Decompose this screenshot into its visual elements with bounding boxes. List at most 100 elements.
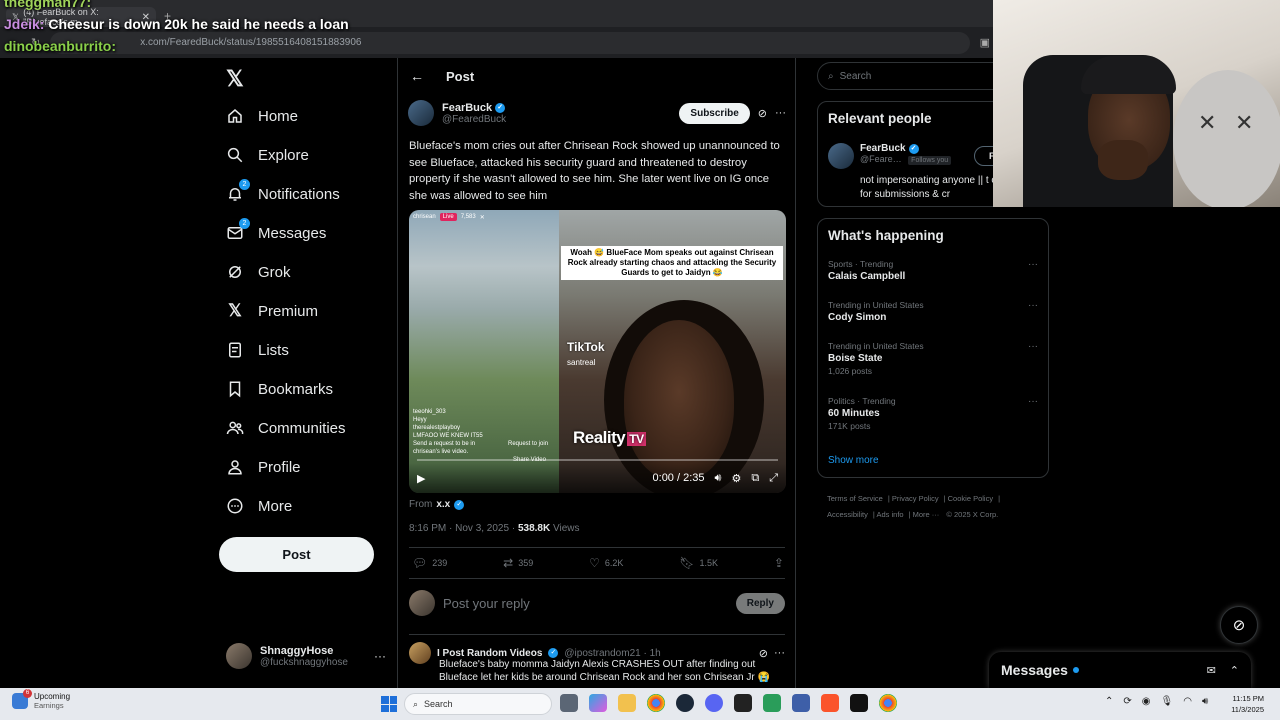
nav-notifications[interactable]: 2 Notifications — [226, 179, 340, 206]
video-player[interactable]: chrisean Live 7,583 ✕ Woah 😅 BlueFace Mo… — [409, 210, 786, 493]
nav-label: Premium — [258, 302, 319, 320]
more-dots-icon[interactable]: ··· — [775, 107, 786, 119]
copyright: © 2025 X Corp. — [946, 510, 999, 519]
repost-action[interactable]: ⇄ 359 — [503, 556, 533, 570]
trend-item[interactable]: Trending in United States Cody Simon ··· — [828, 300, 1038, 323]
footer-link[interactable]: Cookie Policy — [948, 494, 993, 503]
trend-item[interactable]: Trending in United States Boise State 1,… — [828, 341, 1038, 376]
post-timestamp[interactable]: 8:16 PM · Nov 3, 2025 · — [409, 523, 515, 534]
nav-explore[interactable]: Explore — [226, 143, 309, 167]
popout-icon[interactable]: ⧉ — [751, 472, 759, 485]
nav-bookmarks[interactable]: Bookmarks — [226, 377, 333, 401]
show-more-link[interactable]: Show more — [828, 455, 879, 466]
chat-line: theggman77: — [4, 0, 91, 10]
x-logo-icon[interactable]: 𝕏 — [226, 66, 244, 92]
volume-icon[interactable]: 🔊︎ — [1202, 696, 1208, 707]
footer-link[interactable]: Ads info — [876, 510, 903, 519]
back-arrow-icon[interactable]: ← — [410, 68, 424, 84]
nav-home[interactable]: Home — [226, 104, 298, 128]
reply-input[interactable]: Post your reply — [443, 596, 530, 611]
url-field[interactable]: x.com/FearedBuck/status/1985516408151883… — [50, 31, 970, 54]
comment-line: LMFAOO WE KNEW IT55 — [413, 433, 483, 439]
copilot-icon[interactable] — [589, 694, 607, 712]
footer-link[interactable]: More ··· — [913, 510, 940, 519]
start-button[interactable] — [381, 696, 397, 712]
volume-icon[interactable]: 🔊︎ — [715, 472, 722, 485]
divider — [409, 578, 785, 579]
play-icon[interactable]: ▶ — [417, 472, 425, 485]
task-view-icon[interactable] — [560, 694, 578, 712]
more-dots-icon[interactable]: ··· — [1028, 341, 1038, 352]
from-user[interactable]: x.x — [436, 499, 450, 510]
trend-item[interactable]: Politics · Trending 60 Minutes 171K post… — [828, 396, 1038, 431]
share-action[interactable]: ⇪ — [774, 556, 784, 570]
discord-icon[interactable] — [705, 694, 723, 712]
brave-icon[interactable] — [821, 694, 839, 712]
author-handle[interactable]: @FearedBuck — [442, 114, 506, 125]
grok-icon[interactable]: ⊘ — [759, 647, 768, 660]
settings-gear-icon[interactable]: ⚙ — [731, 472, 741, 485]
nav-profile[interactable]: Profile — [226, 455, 301, 479]
nav-communities[interactable]: Communities — [226, 416, 346, 440]
avatar[interactable] — [409, 642, 431, 664]
grok-icon: ⊘ — [1232, 617, 1246, 634]
windows-taskbar: 6 Upcoming Earnings ⌕ Search ⌃ ⟳ ◉ 🎙︎ ◠ … — [0, 688, 1280, 720]
obs-icon[interactable] — [734, 694, 752, 712]
messages-drawer[interactable]: Messages ✉ ⌃ — [989, 652, 1251, 688]
wifi-icon[interactable]: ◠ — [1183, 696, 1192, 707]
steam-icon[interactable] — [676, 694, 694, 712]
trend-count: 171K posts — [828, 421, 871, 431]
like-action[interactable]: ♡ 6.2K — [589, 556, 623, 570]
mic-icon[interactable]: 🎙︎ — [1161, 696, 1174, 707]
nav-lists[interactable]: Lists — [226, 338, 289, 362]
trend-item[interactable]: Sports · Trending Calais Campbell ··· — [828, 259, 1038, 282]
clock[interactable]: 11:15 PM 11/3/2025 — [1222, 693, 1264, 715]
app-icon[interactable] — [763, 694, 781, 712]
footer-link[interactable]: Accessibility — [827, 510, 868, 519]
chrome-icon[interactable] — [647, 694, 665, 712]
from-attribution: From x.x ✓ — [409, 499, 465, 510]
extensions-icon[interactable]: ▣ — [980, 36, 990, 49]
nav-messages[interactable]: 2 Messages — [226, 218, 326, 245]
expand-icon[interactable]: ⌃ — [1230, 664, 1239, 677]
powershell-icon[interactable] — [792, 694, 810, 712]
more-dots-icon[interactable]: ··· — [1028, 396, 1038, 407]
subscribe-button[interactable]: Subscribe — [679, 102, 750, 124]
divider — [409, 547, 785, 548]
nav-more[interactable]: More — [226, 494, 292, 518]
nav-grok[interactable]: Grok — [226, 260, 291, 284]
security-icon[interactable]: ◉ — [1142, 696, 1151, 707]
chevron-up-icon[interactable]: ⌃ — [1105, 696, 1113, 707]
trend-category: Trending in United States — [828, 300, 924, 310]
grok-icon[interactable]: ⊘ — [758, 107, 767, 120]
chrome-icon[interactable] — [879, 694, 897, 712]
post-button[interactable]: Post — [219, 537, 374, 572]
file-explorer-icon[interactable] — [618, 694, 636, 712]
reply-button[interactable]: Reply — [735, 592, 785, 614]
more-dots-icon[interactable]: ··· — [1028, 300, 1038, 311]
more-dots-icon[interactable]: ··· — [774, 647, 785, 659]
footer-link[interactable]: Privacy Policy — [892, 494, 939, 503]
footer-link[interactable]: Terms of Service — [827, 494, 883, 503]
widgets-button[interactable]: 6 Upcoming Earnings — [12, 689, 70, 710]
more-dots-icon[interactable]: ··· — [1028, 259, 1038, 270]
taskbar-search[interactable]: ⌕ Search — [404, 693, 552, 715]
video-progress[interactable] — [417, 459, 778, 461]
account-switcher[interactable]: ShnaggyHose @fuckshnaggyhose ··· — [226, 643, 386, 669]
avatar[interactable] — [408, 100, 434, 126]
reply-post[interactable]: I Post Random Videos ✓ @ipostrandom21 · … — [409, 642, 785, 684]
nav-premium[interactable]: 𝕏 Premium — [226, 299, 318, 323]
fullscreen-icon[interactable]: ⤢ — [769, 472, 778, 485]
drawer-title: Messages — [1001, 662, 1068, 678]
reply-action[interactable]: 💬︎ 239 — [412, 556, 447, 570]
bookmark-action[interactable]: 🔖︎ 1.5K — [679, 556, 718, 570]
sync-icon[interactable]: ⟳ — [1123, 696, 1131, 707]
info-app-icon[interactable] — [850, 694, 868, 712]
comment-line: teeohki_303 — [413, 409, 446, 415]
views-label: Views — [552, 523, 580, 534]
grok-float-button[interactable]: ⊘ — [1220, 606, 1258, 644]
author-name-row[interactable]: FearBuck ✓ — [442, 102, 506, 114]
more-dots-icon[interactable]: ··· — [374, 649, 386, 663]
new-message-icon[interactable]: ✉ — [1207, 664, 1216, 677]
reply-author-name[interactable]: I Post Random Videos — [437, 648, 542, 659]
